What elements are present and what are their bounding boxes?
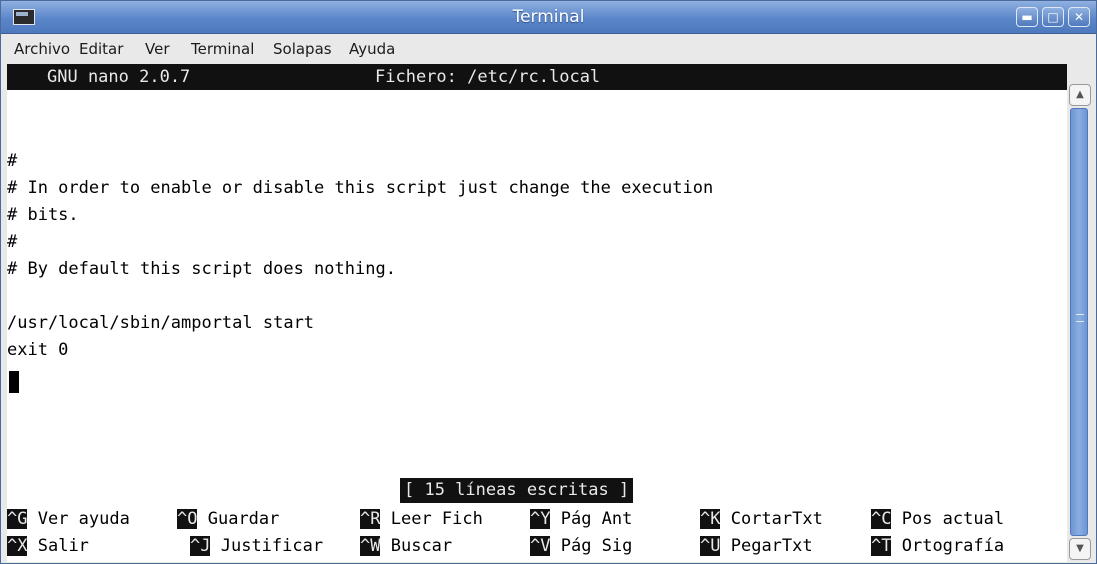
status-message: [ 15 líneas escritas ] — [400, 478, 634, 503]
shortcut-key: ^U — [700, 536, 721, 556]
shortcut-label: Justificar — [220, 536, 324, 556]
vertical-scrollbar[interactable]: ▲ ▼ — [1069, 84, 1091, 560]
scroll-up-icon[interactable]: ▲ — [1069, 84, 1091, 106]
menu-editar[interactable]: Editar — [79, 34, 123, 64]
nano-filename: Fichero: /etc/rc.local — [375, 67, 601, 87]
text-line: # bits. — [7, 205, 79, 225]
terminal-window: Terminal ▬ □ ✕ Archivo Editar Ver Termin… — [0, 0, 1097, 564]
text-cursor — [9, 371, 19, 393]
text-line: # — [7, 232, 18, 252]
maximize-icon[interactable]: □ — [1042, 7, 1064, 27]
shortcut-buscar[interactable]: ^W Buscar — [360, 533, 452, 559]
shortcut-ver-ayuda[interactable]: ^G Ver ayuda — [7, 506, 130, 532]
shortcut-cortartxt[interactable]: ^K CortarTxt — [700, 506, 823, 532]
shortcut-label: Pág Ant — [560, 509, 633, 529]
shortcut-label: Ortografía — [901, 536, 1005, 556]
grip-icon — [1076, 314, 1084, 322]
shortcut-key: ^G — [7, 509, 28, 529]
text-line: # By default this script does nothing. — [7, 259, 396, 279]
menu-ayuda[interactable]: Ayuda — [349, 34, 395, 64]
text-line: # In order to enable or disable this scr… — [7, 178, 714, 198]
shortcut-guardar[interactable]: ^O Guardar — [177, 506, 279, 532]
shortcut-key: ^X — [7, 536, 28, 556]
nano-header: GNU nano 2.0.7 Fichero: /etc/rc.local — [7, 64, 1067, 90]
menu-solapas[interactable]: Solapas — [273, 34, 332, 64]
shortcut-label: Pág Sig — [560, 536, 633, 556]
shortcut-pegartxt[interactable]: ^U PegarTxt — [700, 533, 813, 559]
shortcut-key: ^Y — [530, 509, 551, 529]
shortcut-label: CortarTxt — [730, 509, 823, 529]
shortcut-key: ^J — [190, 536, 211, 556]
shortcut-label: Pos actual — [901, 509, 1005, 529]
shortcut-label: Ver ayuda — [37, 509, 130, 529]
shortcut-label: Buscar — [390, 536, 453, 556]
window-title: Terminal — [512, 7, 585, 27]
shortcut-salir[interactable]: ^X Salir — [7, 533, 89, 559]
shortcut-label: Guardar — [207, 509, 280, 529]
shortcut-pag-ant[interactable]: ^Y Pág Ant — [530, 506, 632, 532]
title-bar[interactable]: Terminal ▬ □ ✕ — [1, 1, 1096, 34]
shortcut-ortografia[interactable]: ^T Ortografía — [871, 533, 1004, 559]
scroll-down-icon[interactable]: ▼ — [1069, 538, 1091, 560]
menu-terminal[interactable]: Terminal — [191, 34, 254, 64]
nano-version: GNU nano 2.0.7 — [47, 67, 191, 87]
shortcut-key: ^K — [700, 509, 721, 529]
shortcut-key: ^R — [360, 509, 381, 529]
text-line: exit 0 — [7, 340, 69, 360]
shortcut-key: ^V — [530, 536, 551, 556]
menu-bar: Archivo Editar Ver Terminal Solapas Ayud… — [1, 34, 1096, 64]
shortcut-pos-actual[interactable]: ^C Pos actual — [871, 506, 1004, 532]
text-line: # — [7, 151, 18, 171]
shortcut-leer-fich[interactable]: ^R Leer Fich — [360, 506, 483, 532]
menu-ver[interactable]: Ver — [145, 34, 170, 64]
shortcut-justificar[interactable]: ^J Justificar — [190, 533, 323, 559]
shortcut-label: Leer Fich — [390, 509, 483, 529]
minimize-icon[interactable]: ▬ — [1016, 7, 1038, 27]
shortcut-label: PegarTxt — [730, 536, 813, 556]
shortcut-pag-sig[interactable]: ^V Pág Sig — [530, 533, 632, 559]
text-line: /usr/local/sbin/amportal start — [7, 313, 315, 333]
shortcut-key: ^O — [177, 509, 198, 529]
shortcut-key: ^W — [360, 536, 381, 556]
shortcut-key: ^T — [871, 536, 892, 556]
shortcut-key: ^C — [871, 509, 892, 529]
scrollbar-thumb[interactable] — [1070, 108, 1088, 536]
terminal-screen[interactable]: GNU nano 2.0.7 Fichero: /etc/rc.local # … — [7, 64, 1067, 562]
shortcut-label: Salir — [37, 536, 89, 556]
close-icon[interactable]: ✕ — [1068, 7, 1090, 27]
menu-archivo[interactable]: Archivo — [14, 34, 70, 64]
